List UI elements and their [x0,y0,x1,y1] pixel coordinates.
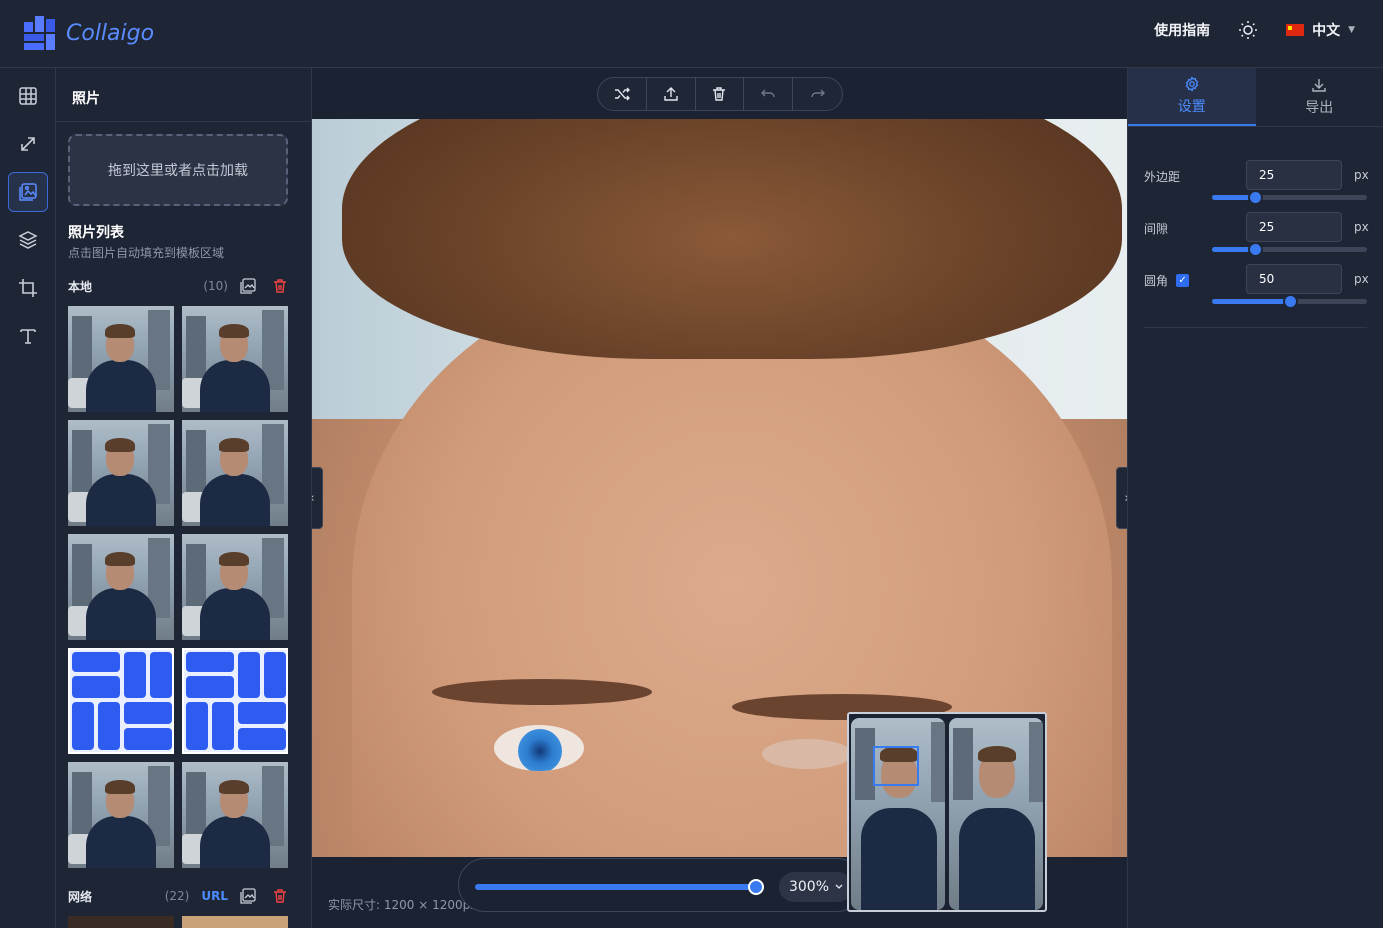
photo-thumbnail[interactable] [68,916,174,928]
tab-export[interactable]: 导出 [1256,68,1383,126]
canvas-toolbar [597,77,843,111]
undo-button[interactable] [744,78,794,110]
add-image-icon[interactable] [240,888,256,904]
zoom-slider-handle[interactable] [748,879,765,895]
margin-setting: 外边距 25 px [1144,160,1369,212]
photo-thumbnail[interactable] [182,916,288,928]
crop-icon[interactable] [8,268,48,308]
gap-label: 间隙 [1144,222,1169,236]
margin-input[interactable]: 25 [1246,160,1342,190]
app-name: Collaigo [66,20,155,46]
undo-icon [761,89,775,98]
local-group-name: 本地 [68,279,93,294]
text-icon[interactable] [8,316,48,356]
corner-radius-unit: px [1354,272,1369,286]
photo-thumbnail[interactable] [68,534,174,640]
gear-icon [1185,76,1199,92]
redo-button[interactable] [793,78,842,110]
zoom-value: 300% [788,879,830,895]
gap-slider-track[interactable] [1212,247,1367,252]
tool-rail [0,68,56,928]
gap-input[interactable]: 25 [1246,212,1342,242]
zoom-control: 300% [458,858,864,912]
navigator-minimap[interactable] [847,712,1047,912]
template-thumbnail[interactable] [68,648,174,754]
layers-icon[interactable] [8,220,48,260]
photo-thumbnail[interactable] [68,306,174,412]
photo-thumbnail[interactable] [68,762,174,868]
app-logo[interactable]: Collaigo [24,16,154,50]
tab-settings[interactable]: 设置 [1128,68,1256,126]
redo-icon [810,89,825,98]
corner-radius-label: 圆角 [1144,274,1169,288]
actual-size-label: 实际尺寸: 1200 × 1200px [328,898,478,912]
corner-radius-slider-handle[interactable] [1282,294,1298,309]
add-image-icon[interactable] [240,278,256,294]
photo-thumbnail[interactable] [182,534,288,640]
trash-icon [713,87,726,101]
zoom-slider-track[interactable] [475,884,757,890]
photos-panel: 照片 拖到这里或者点击加载 照片列表 点击图片自动填充到模板区域 本地 (10) [56,68,312,928]
upload-icon [663,87,678,101]
trash-icon[interactable] [272,888,288,904]
margin-unit: px [1354,168,1369,182]
photos-icon[interactable] [8,172,48,212]
language-selector[interactable]: 中文 ▼ [1286,20,1355,40]
photo-list-title: 照片列表 [68,225,124,241]
local-count: (10) [203,279,228,293]
china-flag-icon [1286,24,1305,36]
logo-icon [24,16,55,50]
collapse-right-button[interactable]: › [1116,467,1127,529]
gap-setting: 间隙 25 px [1144,212,1369,264]
chevron-left-icon: ‹ [312,491,315,506]
gap-unit: px [1354,220,1369,234]
zoom-select[interactable]: 300% [779,872,853,902]
photo-list-subtitle: 点击图片自动填充到模板区域 [68,246,225,260]
panel-divider [1144,327,1367,328]
minimap-viewport[interactable] [873,746,919,786]
settings-panel: 设置 导出 外边距 25 px 间隙 25 px 圆角 ✓ 50 px [1127,68,1383,928]
photo-thumbnail[interactable] [182,420,288,526]
network-group-header: 网络 (22) URL [68,886,288,906]
shuffle-icon [614,87,630,101]
language-label: 中文 [1312,23,1341,39]
guide-link[interactable]: 使用指南 [1154,20,1210,40]
network-count: (22) [164,889,190,903]
panel-title: 照片 [56,68,311,122]
top-bar: Collaigo 使用指南 中文 ▼ [0,0,1383,68]
chevron-down-icon: ▼ [1348,25,1355,35]
margin-slider-handle[interactable] [1248,190,1264,205]
minimap-photo [949,718,1043,910]
template-thumbnail[interactable] [182,648,288,754]
photo-thumbnail[interactable] [68,420,174,526]
collapse-left-button[interactable]: ‹ [312,467,323,529]
corner-radius-checkbox[interactable]: ✓ [1176,274,1190,287]
download-icon [1312,79,1326,92]
url-link[interactable]: URL [201,889,228,903]
photo-thumbnail[interactable] [182,306,288,412]
upload-button[interactable] [647,78,696,110]
network-group-name: 网络 [68,889,93,904]
tab-export-label: 导出 [1305,100,1334,116]
corner-radius-input[interactable]: 50 [1246,264,1342,294]
layout-grid-icon[interactable] [8,76,48,116]
margin-label: 外边距 [1144,170,1181,184]
resize-icon[interactable] [8,124,48,164]
corner-radius-setting: 圆角 ✓ 50 px [1144,264,1369,316]
delete-button[interactable] [696,78,745,110]
chevron-down-icon [835,884,843,889]
canvas-area: ‹ › 实际尺寸: 1200 × 1200px 300% [312,68,1127,928]
photo-dropzone[interactable]: 拖到这里或者点击加载 [68,134,288,206]
sun-icon[interactable] [1238,20,1258,40]
tab-settings-label: 设置 [1177,99,1206,115]
photo-thumbnail[interactable] [182,762,288,868]
local-group-header: 本地 (10) [68,276,288,296]
margin-slider-track[interactable] [1212,195,1367,200]
gap-slider-handle[interactable] [1248,242,1264,257]
trash-icon[interactable] [272,278,288,294]
shuffle-button[interactable] [598,78,647,110]
